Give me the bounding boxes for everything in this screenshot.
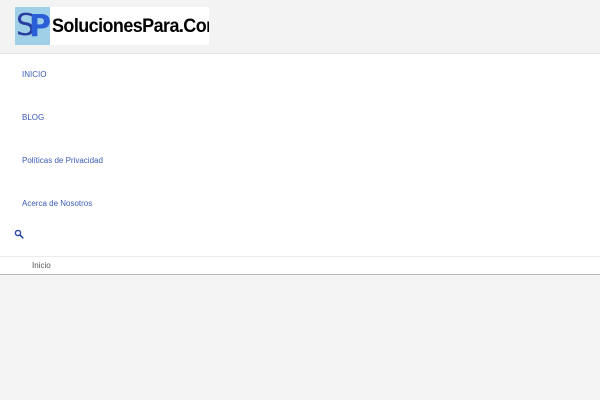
breadcrumb: Inicio	[0, 257, 600, 275]
logo-text: SolucionesPara.Com	[52, 14, 209, 37]
main-content	[0, 275, 600, 400]
site-header: S P SolucionesPara.Com	[0, 0, 600, 54]
nav-item-acerca-de-nosotros[interactable]: Acerca de Nosotros	[22, 199, 92, 208]
site-logo[interactable]: S P SolucionesPara.Com	[15, 7, 209, 45]
logo-letter-p: P	[29, 9, 51, 44]
nav-item-inicio[interactable]: INICIO	[22, 70, 46, 79]
search-icon	[14, 229, 24, 239]
breadcrumb-item-inicio[interactable]: Inicio	[32, 261, 51, 270]
main-navigation: INICIO BLOG Políticas de Privacidad Acer…	[0, 54, 600, 257]
nav-item-politicas-de-privacidad[interactable]: Políticas de Privacidad	[22, 156, 103, 165]
page: S P SolucionesPara.Com INICIO BLOG Polít…	[0, 0, 600, 400]
search-button[interactable]	[14, 226, 24, 239]
nav-item-blog[interactable]: BLOG	[22, 113, 44, 122]
logo-mark-icon: S P	[15, 7, 51, 45]
